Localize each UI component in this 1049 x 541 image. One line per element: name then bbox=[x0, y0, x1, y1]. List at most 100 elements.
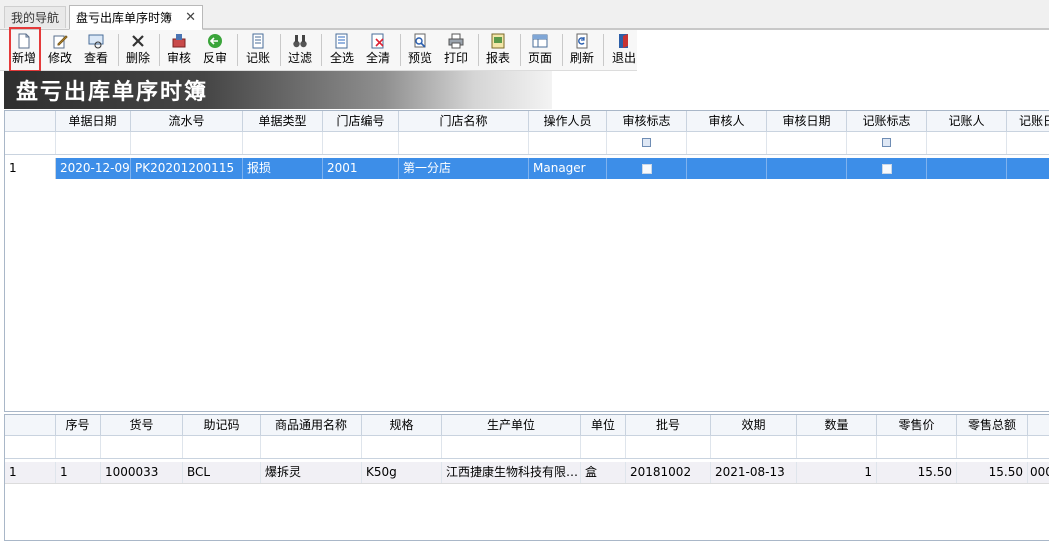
filter-cell[interactable] bbox=[56, 132, 131, 154]
detail-grid: 序号 货号 助记码 商品通用名称 规格 生产单位 单位 批号 效期 数量 零售价… bbox=[4, 414, 1049, 541]
preview-button[interactable]: 预览 bbox=[404, 31, 436, 69]
exit-button[interactable]: 退出 bbox=[608, 31, 640, 69]
filter-checkbox[interactable] bbox=[642, 138, 651, 147]
clear-all-button[interactable]: 全清 bbox=[362, 31, 394, 69]
printer-icon bbox=[448, 33, 464, 49]
audit-checkbox[interactable] bbox=[641, 163, 652, 174]
unaudit-icon bbox=[208, 34, 222, 48]
post-checkbox[interactable] bbox=[881, 163, 892, 174]
filter-cell[interactable] bbox=[687, 132, 767, 154]
filter-cell[interactable] bbox=[261, 436, 362, 458]
column-header[interactable]: 审核人 bbox=[687, 111, 767, 131]
filter-cell[interactable] bbox=[847, 132, 927, 154]
column-header[interactable]: 记账日 bbox=[1007, 111, 1049, 131]
filter-cell[interactable] bbox=[607, 132, 687, 154]
audit-button[interactable]: 审核 bbox=[163, 31, 195, 69]
edit-icon bbox=[53, 35, 68, 49]
select-all-icon bbox=[335, 33, 348, 49]
preview-icon bbox=[414, 33, 426, 48]
column-header[interactable]: 审核日期 bbox=[767, 111, 847, 131]
filter-checkbox[interactable] bbox=[882, 138, 891, 147]
toolbar: 新增 修改 查看 删除 审核 反审 记账 过滤 全选 全清 预览 打印 报表 页… bbox=[0, 30, 637, 71]
filter-cell[interactable] bbox=[442, 436, 581, 458]
row-indicator-header bbox=[5, 111, 56, 131]
delete-button[interactable]: 删除 bbox=[122, 31, 154, 69]
column-header[interactable]: 审核标志 bbox=[607, 111, 687, 131]
filter-cell[interactable] bbox=[399, 132, 529, 154]
tab-strip: 我的导航 盘亏出库单序时簿 ✕ bbox=[0, 0, 1049, 30]
table-row[interactable]: 1 2020-12-09 PK20201200115 报损 2001 第一分店 … bbox=[5, 158, 1049, 179]
view-icon bbox=[88, 34, 104, 49]
detail-filter-row bbox=[5, 436, 1049, 459]
ledger-icon bbox=[252, 33, 264, 49]
report-button[interactable]: 报表 bbox=[482, 31, 514, 69]
tab-label: 盘亏出库单序时簿 bbox=[76, 11, 173, 25]
binoculars-icon bbox=[293, 35, 307, 48]
filter-cell[interactable] bbox=[101, 436, 183, 458]
filter-cell[interactable] bbox=[927, 132, 1007, 154]
filter-cell[interactable] bbox=[131, 132, 243, 154]
refresh-icon bbox=[576, 33, 588, 49]
master-filter-row bbox=[5, 132, 1049, 155]
audit-icon bbox=[172, 34, 186, 48]
filter-cell[interactable] bbox=[1007, 132, 1049, 154]
column-header[interactable]: 操作人员 bbox=[529, 111, 607, 131]
refresh-button[interactable]: 刷新 bbox=[566, 31, 598, 69]
edit-button[interactable]: 修改 bbox=[44, 31, 76, 69]
column-header[interactable]: 数量 bbox=[797, 415, 877, 435]
column-header[interactable]: 门店编号 bbox=[323, 111, 399, 131]
column-header[interactable]: 序号 bbox=[55, 415, 101, 435]
row-indicator-header bbox=[5, 415, 56, 435]
column-header[interactable]: 单据类型 bbox=[243, 111, 323, 131]
tab-my-navigation[interactable]: 我的导航 bbox=[4, 6, 66, 28]
tab-loss-outbound-journal[interactable]: 盘亏出库单序时簿 ✕ bbox=[69, 5, 203, 30]
column-header[interactable]: 规格 bbox=[362, 415, 442, 435]
column-header[interactable] bbox=[1028, 415, 1049, 435]
column-header[interactable]: 生产单位 bbox=[442, 415, 581, 435]
filter-cell[interactable] bbox=[711, 436, 797, 458]
page-button[interactable]: 页面 bbox=[524, 31, 556, 69]
select-all-button[interactable]: 全选 bbox=[326, 31, 358, 69]
column-header[interactable]: 货号 bbox=[101, 415, 183, 435]
filter-cell[interactable] bbox=[323, 132, 399, 154]
table-row[interactable]: 1 1 1000033 BCL 爆拆灵 K50g 江西捷康生物科技有限… 盒 2… bbox=[5, 462, 1049, 484]
print-button[interactable]: 打印 bbox=[440, 31, 472, 69]
filter-cell[interactable] bbox=[957, 436, 1028, 458]
filter-cell[interactable] bbox=[797, 436, 877, 458]
filter-cell[interactable] bbox=[767, 132, 847, 154]
unaudit-button[interactable]: 反审 bbox=[199, 31, 231, 69]
master-grid: 单据日期 流水号 单据类型 门店编号 门店名称 操作人员 审核标志 审核人 审核… bbox=[4, 110, 1049, 412]
column-header[interactable]: 记账标志 bbox=[847, 111, 927, 131]
filter-cell[interactable] bbox=[243, 132, 323, 154]
column-header[interactable]: 记账人 bbox=[927, 111, 1007, 131]
exit-door-icon bbox=[619, 34, 628, 48]
filter-cell[interactable] bbox=[529, 132, 607, 154]
filter-cell[interactable] bbox=[626, 436, 711, 458]
page-banner: 盘亏出库单序时簿 bbox=[4, 71, 552, 109]
column-header[interactable]: 零售总额 bbox=[957, 415, 1028, 435]
column-header[interactable]: 流水号 bbox=[131, 111, 243, 131]
column-header[interactable]: 单据日期 bbox=[55, 111, 131, 131]
column-header[interactable]: 单位 bbox=[581, 415, 626, 435]
column-header[interactable]: 商品通用名称 bbox=[261, 415, 362, 435]
highlight-box bbox=[9, 27, 41, 72]
page-title: 盘亏出库单序时簿 bbox=[16, 79, 209, 105]
filter-cell[interactable] bbox=[581, 436, 626, 458]
column-header[interactable]: 零售价 bbox=[877, 415, 957, 435]
filter-cell[interactable] bbox=[183, 436, 261, 458]
column-header[interactable]: 批号 bbox=[626, 415, 711, 435]
column-header[interactable]: 效期 bbox=[711, 415, 797, 435]
column-header[interactable]: 门店名称 bbox=[399, 111, 529, 131]
filter-cell[interactable] bbox=[362, 436, 442, 458]
ledger-button[interactable]: 记账 bbox=[242, 31, 274, 69]
master-grid-header: 单据日期 流水号 单据类型 门店编号 门店名称 操作人员 审核标志 审核人 审核… bbox=[5, 111, 1049, 132]
filter-cell[interactable] bbox=[56, 436, 101, 458]
column-header[interactable]: 助记码 bbox=[183, 415, 261, 435]
report-icon bbox=[491, 33, 505, 49]
filter-cell[interactable] bbox=[877, 436, 957, 458]
view-button[interactable]: 查看 bbox=[80, 31, 112, 69]
detail-grid-header: 序号 货号 助记码 商品通用名称 规格 生产单位 单位 批号 效期 数量 零售价… bbox=[5, 415, 1049, 436]
filter-button[interactable]: 过滤 bbox=[284, 31, 316, 69]
clear-all-icon bbox=[371, 33, 384, 49]
close-tab-icon[interactable]: ✕ bbox=[185, 6, 196, 29]
